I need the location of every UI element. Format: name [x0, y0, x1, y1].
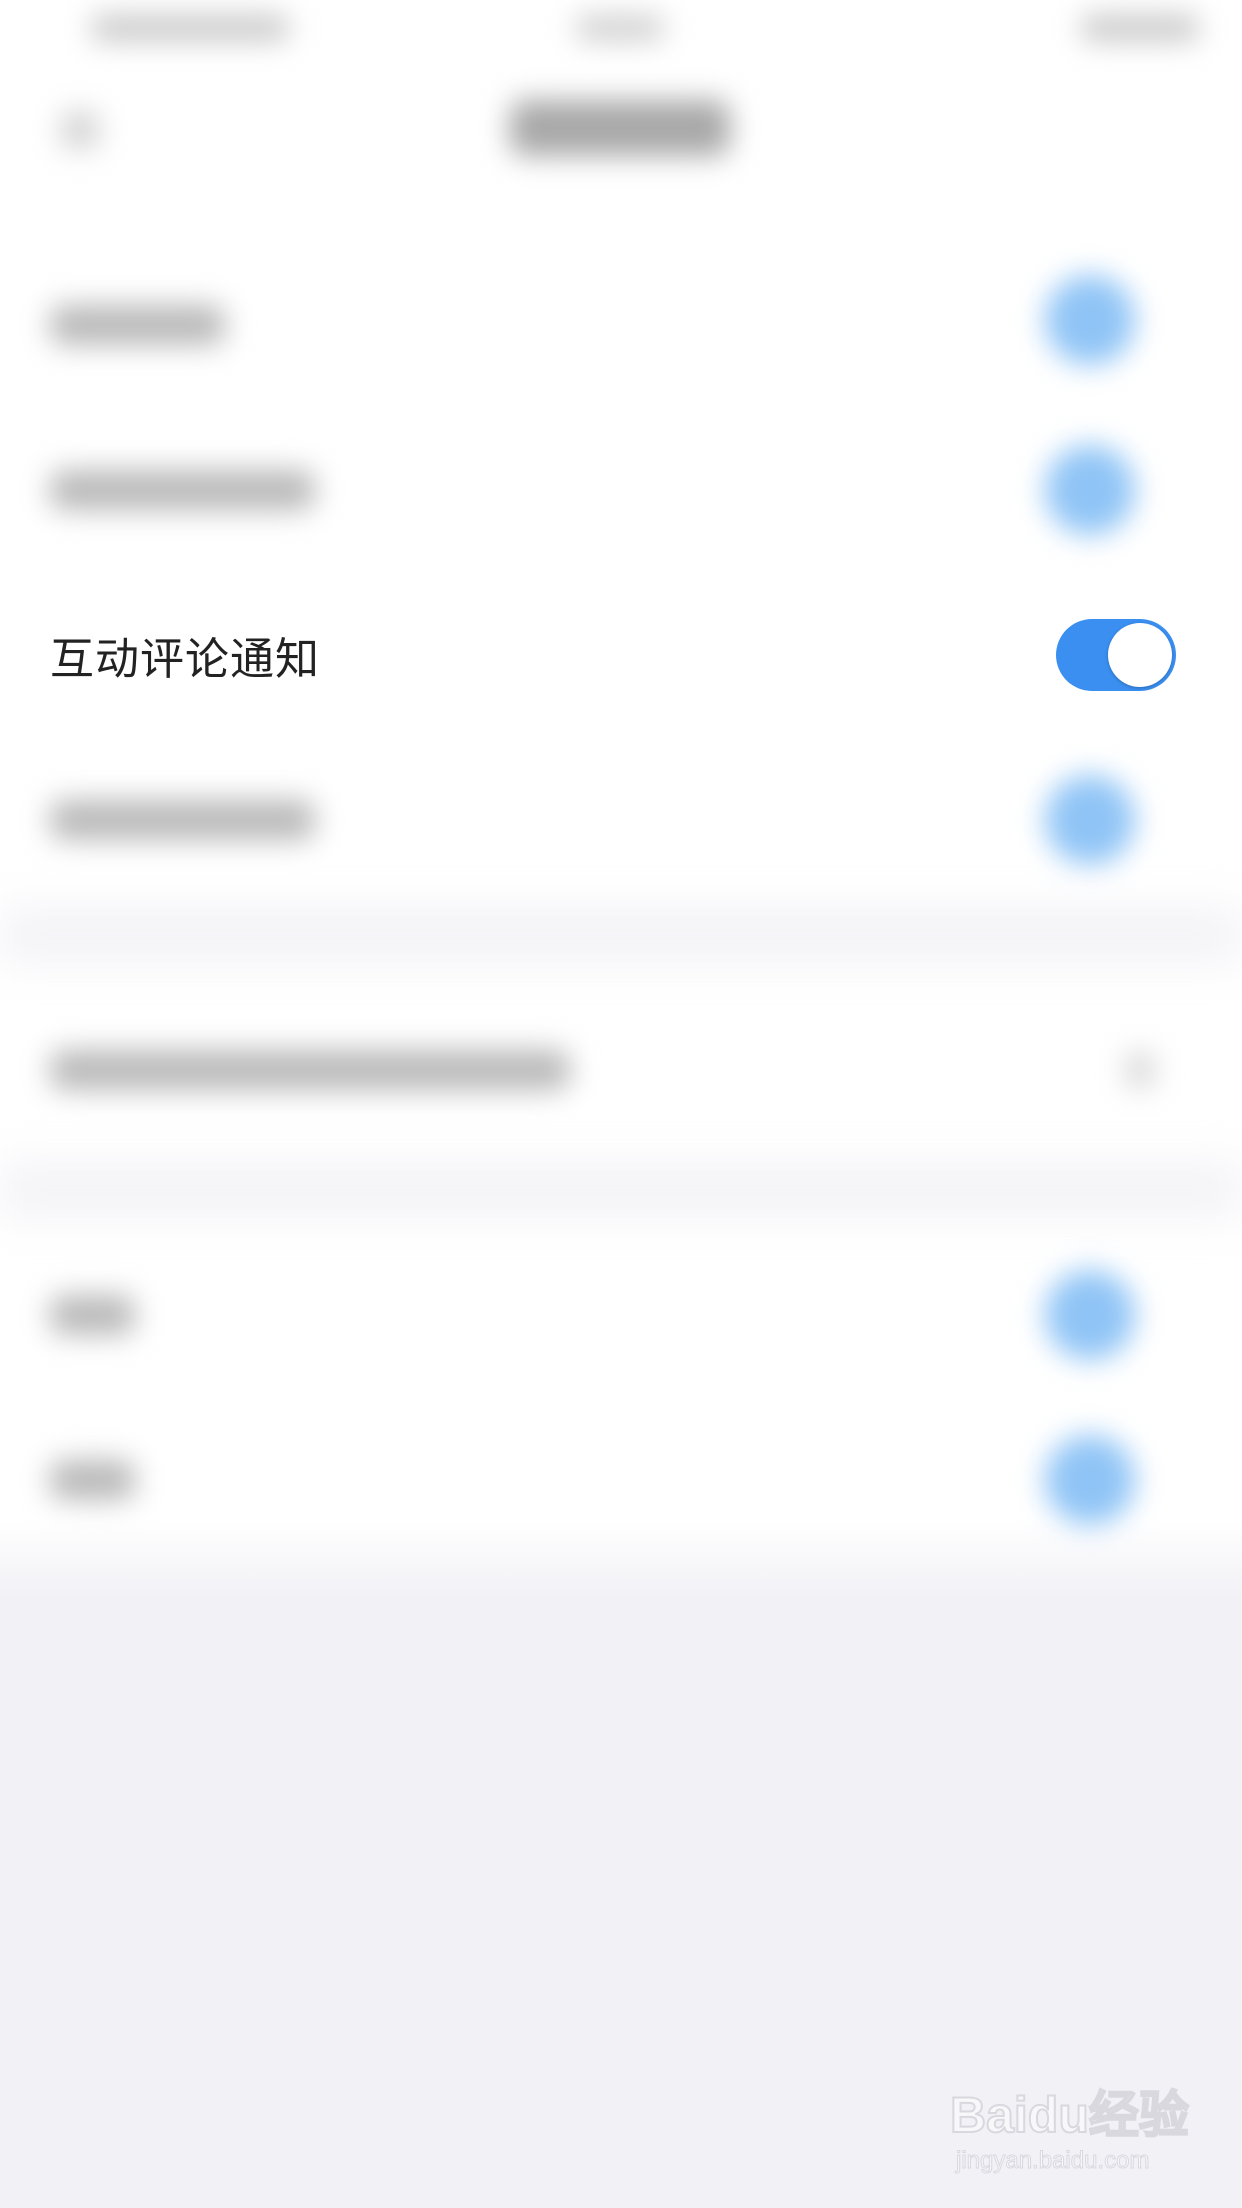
page-title-blurred — [510, 100, 730, 156]
status-carrier-blurred — [90, 15, 290, 41]
back-icon[interactable] — [60, 110, 100, 150]
watermark-logo: Baidu经验 — [949, 2086, 1190, 2144]
settings-row-2-toggle-blurred[interactable] — [1045, 445, 1135, 535]
status-time-blurred — [575, 15, 665, 41]
baidu-jingyan-watermark: Baidu经验 jingyan.baidu.com — [949, 2075, 1190, 2185]
settings-row-6-label-blurred — [50, 1295, 135, 1335]
section-divider-2 — [0, 1160, 1242, 1220]
section-divider — [0, 905, 1242, 965]
status-bar — [0, 0, 1242, 60]
status-battery-blurred — [1080, 15, 1200, 41]
sheet-edge — [0, 1520, 1242, 1600]
settings-row-7-toggle-blurred[interactable] — [1045, 1435, 1135, 1525]
chevron-right-icon — [1125, 1050, 1155, 1090]
nav-bar — [0, 60, 1242, 190]
settings-row-label: 互动评论通知 — [50, 634, 320, 685]
settings-row-2-label-blurred — [50, 470, 315, 510]
settings-row-4-label-blurred — [50, 800, 315, 840]
settings-row-6-toggle-blurred[interactable] — [1045, 1270, 1135, 1360]
settings-row-5-label-blurred — [50, 1050, 570, 1090]
settings-row-interaction-comment-notify[interactable]: 互动评论通知 — [0, 575, 1242, 735]
toggle-knob — [1108, 623, 1172, 687]
settings-row-7-label-blurred — [50, 1460, 135, 1500]
settings-row-1-label-blurred — [50, 305, 225, 345]
watermark-url: jingyan.baidu.com — [955, 2147, 1150, 2175]
settings-row-1-toggle-blurred[interactable] — [1045, 275, 1135, 365]
settings-row-4-toggle-blurred[interactable] — [1045, 775, 1135, 865]
interaction-comment-toggle[interactable] — [1056, 619, 1176, 691]
